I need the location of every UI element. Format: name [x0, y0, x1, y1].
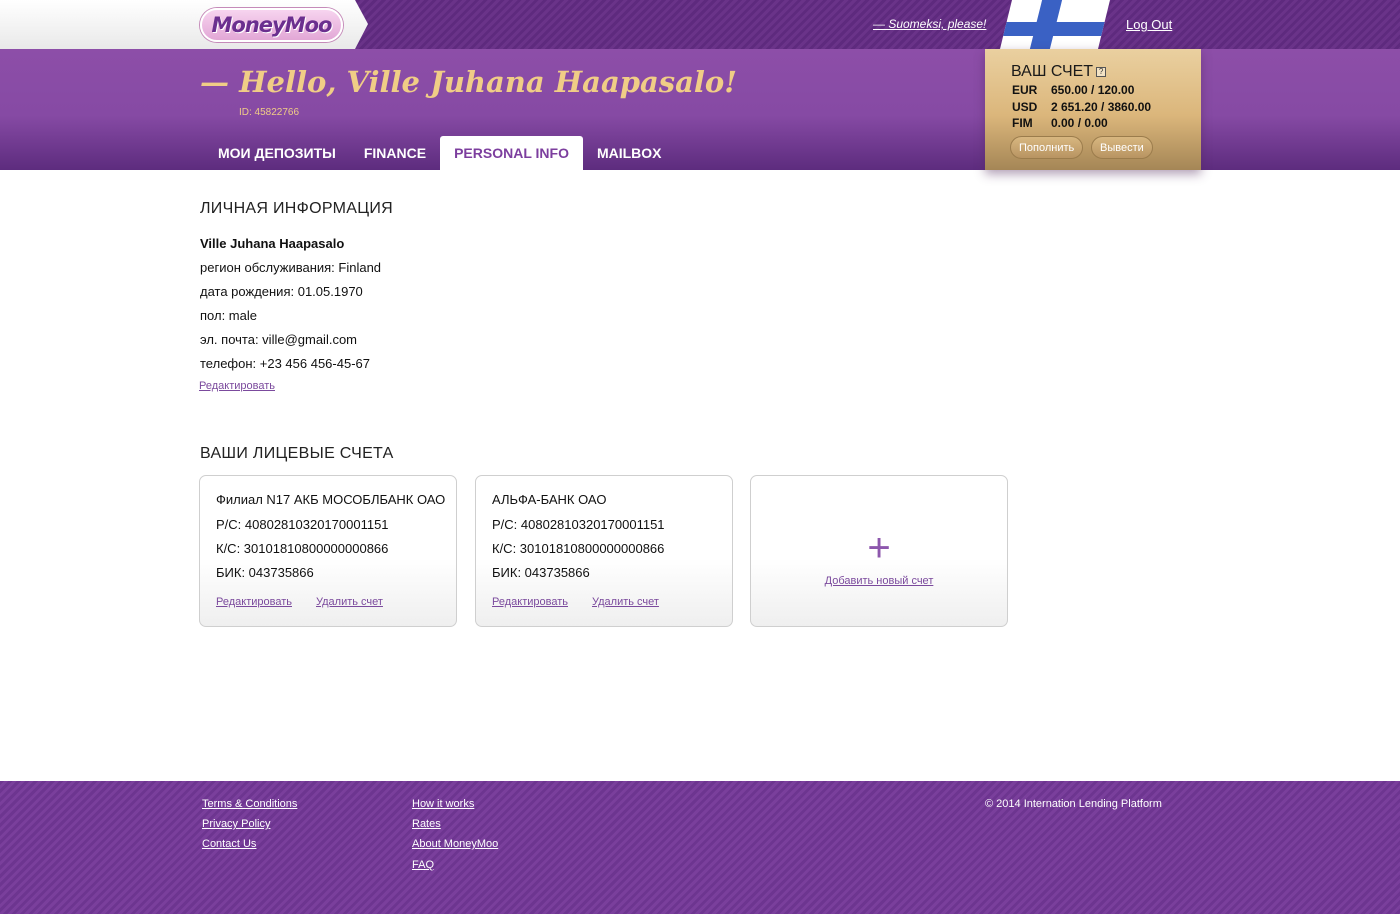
main-nav: МОИ ДЕПОЗИТЫ FINANCE PERSONAL INFO MAILB… — [204, 136, 676, 170]
footer-rates-link[interactable]: Rates — [412, 818, 441, 830]
footer-how-it-works-link[interactable]: How it works — [412, 798, 474, 810]
settlement-account: Р/С: 40802810320170001151 — [492, 517, 665, 532]
bik-code: БИК: 043735866 — [492, 565, 590, 580]
account-title-text: ВАШ СЧЕТ — [1011, 63, 1094, 80]
balance-value: 2 651.20 / 3860.00 — [1051, 100, 1152, 114]
balance-row-eur: EUR 650.00 / 120.00 — [1012, 83, 1134, 97]
gender: пол: male — [200, 308, 257, 323]
top-bar: MoneyMoo — Suomeksi, please! Log Out — [0, 0, 1400, 49]
currency-code: EUR — [1012, 83, 1038, 97]
balance-row-fim: FIM 0.00 / 0.00 — [1012, 116, 1108, 130]
tab-finance[interactable]: FINANCE — [350, 136, 440, 170]
bank-account-card: АЛЬФА-БАНК ОАО Р/С: 40802810320170001151… — [475, 475, 733, 627]
edit-personal-info-link[interactable]: Редактировать — [199, 380, 275, 392]
bank-name: Филиал N17 АКБ МОСОБЛБАНК ОАО — [216, 492, 446, 507]
plus-icon[interactable]: + — [751, 528, 1007, 568]
balance-value: 650.00 / 120.00 — [1051, 83, 1135, 97]
bank-name: АЛЬФА-БАНК ОАО — [492, 492, 607, 507]
logo-text: MoneyMoo — [211, 13, 333, 37]
add-account-link-wrap: Добавить новый счет — [751, 571, 1007, 589]
account-balance-panel: ВАШ СЧЕТ? EUR 650.00 / 120.00 USD 2 651.… — [985, 49, 1201, 170]
help-icon[interactable]: ? — [1096, 67, 1107, 77]
bik-code: БИК: 043735866 — [216, 565, 314, 580]
footer: Terms & Conditions Privacy Policy Contac… — [0, 781, 1400, 914]
account-title: ВАШ СЧЕТ? — [1011, 63, 1107, 81]
flag-cross-horizontal — [1000, 22, 1110, 36]
personal-info-title: ЛИЧНАЯ ИНФОРМАЦИЯ — [200, 200, 394, 217]
add-account-link[interactable]: Добавить новый счет — [825, 575, 934, 587]
copyright: © 2014 Internation Lending Platform — [985, 798, 1162, 810]
birth-date: дата рождения: 01.05.1970 — [200, 284, 363, 299]
edit-account-link[interactable]: Редактировать — [216, 596, 292, 608]
correspondent-account: К/С: 30101810800000000866 — [492, 541, 665, 556]
user-full-name: Ville Juhana Haapasalo — [200, 236, 345, 251]
withdraw-button[interactable]: Вывести — [1091, 136, 1153, 159]
balance-row-usd: USD 2 651.20 / 3860.00 — [1012, 100, 1151, 114]
language-switch-link[interactable]: — Suomeksi, please! — [873, 17, 986, 31]
currency-code: USD — [1012, 100, 1038, 114]
edit-account-link[interactable]: Редактировать — [492, 596, 568, 608]
currency-code: FIM — [1012, 116, 1033, 130]
delete-account-link[interactable]: Удалить счет — [316, 596, 383, 608]
greeting-title: — Hello, Ville Juhana Haapasalo! — [200, 65, 738, 99]
user-id: ID: 45822766 — [239, 107, 300, 118]
footer-terms-link[interactable]: Terms & Conditions — [202, 798, 297, 810]
tab-my-deposits[interactable]: МОИ ДЕПОЗИТЫ — [204, 136, 350, 170]
footer-privacy-link[interactable]: Privacy Policy — [202, 818, 270, 830]
tab-personal-info[interactable]: PERSONAL INFO — [440, 136, 583, 170]
logout-link[interactable]: Log Out — [1126, 17, 1172, 32]
service-region: регион обслуживания: Finland — [200, 260, 382, 275]
add-account-card[interactable]: + Добавить новый счет — [750, 475, 1008, 627]
footer-faq-link[interactable]: FAQ — [412, 859, 434, 871]
footer-contact-link[interactable]: Contact Us — [202, 838, 256, 850]
settlement-account: Р/С: 40802810320170001151 — [216, 517, 389, 532]
correspondent-account: К/С: 30101810800000000866 — [216, 541, 389, 556]
balance-value: 0.00 / 0.00 — [1051, 116, 1108, 130]
finland-flag-icon — [1000, 0, 1110, 49]
footer-about-link[interactable]: About MoneyMoo — [412, 838, 498, 850]
delete-account-link[interactable]: Удалить счет — [592, 596, 659, 608]
deposit-button[interactable]: Пополнить — [1010, 136, 1084, 159]
moneymoo-logo[interactable]: MoneyMoo — [200, 8, 343, 42]
email: эл. почта: ville@gmail.com — [200, 332, 358, 347]
bank-account-card: Филиал N17 АКБ МОСОБЛБАНК ОАО Р/С: 40802… — [199, 475, 457, 627]
accounts-title: ВАШИ ЛИЦЕВЫЕ СЧЕТА — [200, 445, 394, 462]
tab-mailbox[interactable]: MAILBOX — [583, 136, 676, 170]
phone: телефон: +23 456 456-45-67 — [200, 356, 370, 371]
